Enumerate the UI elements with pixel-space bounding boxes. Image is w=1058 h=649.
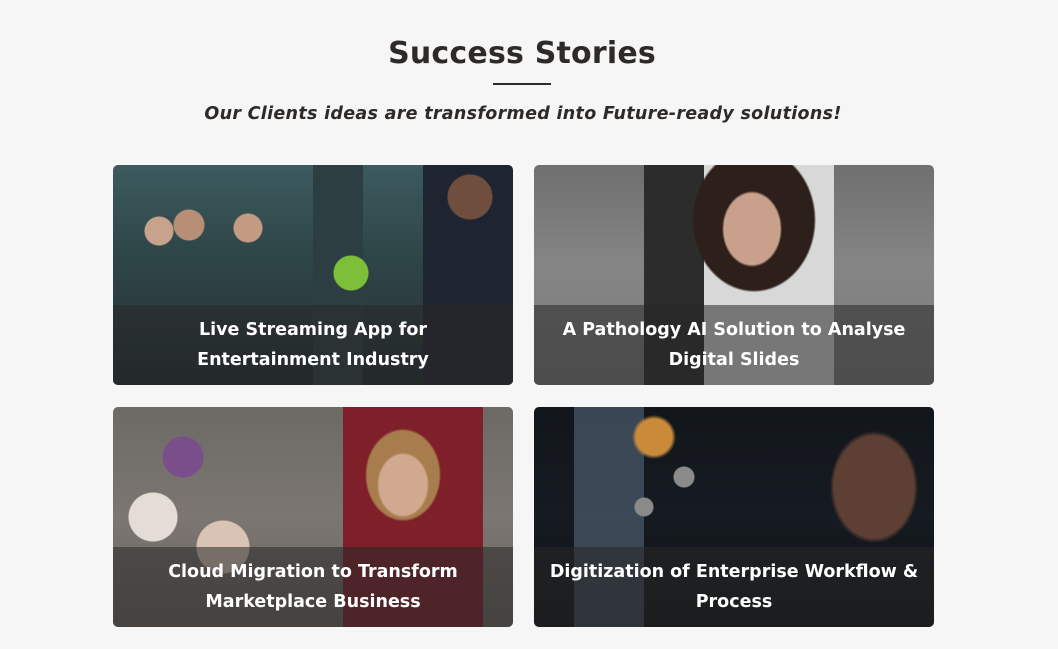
card-caption: Cloud Migration to Transform Marketplace…: [113, 547, 513, 627]
section-subtitle: Our Clients ideas are transformed into F…: [204, 104, 842, 124]
success-story-card-cloud-migration[interactable]: Cloud Migration to Transform Marketplace…: [113, 407, 513, 627]
card-title: Cloud Migration to Transform Marketplace…: [168, 562, 458, 612]
card-caption: Live Streaming App for Entertainment Ind…: [113, 305, 513, 385]
card-title: Live Streaming App for Entertainment Ind…: [197, 320, 429, 370]
title-underline: [493, 83, 551, 85]
card-caption: Digitization of Enterprise Workflow & Pr…: [534, 547, 934, 627]
success-story-card-live-streaming[interactable]: Live Streaming App for Entertainment Ind…: [113, 165, 513, 385]
section-title: Success Stories: [388, 36, 656, 71]
card-title: Digitization of Enterprise Workflow & Pr…: [549, 562, 919, 612]
success-story-card-pathology-ai[interactable]: A Pathology AI Solution to Analyse Digit…: [534, 165, 934, 385]
card-title: A Pathology AI Solution to Analyse Digit…: [562, 320, 906, 370]
card-caption: A Pathology AI Solution to Analyse Digit…: [534, 305, 934, 385]
success-story-card-digitization[interactable]: Digitization of Enterprise Workflow & Pr…: [534, 407, 934, 627]
